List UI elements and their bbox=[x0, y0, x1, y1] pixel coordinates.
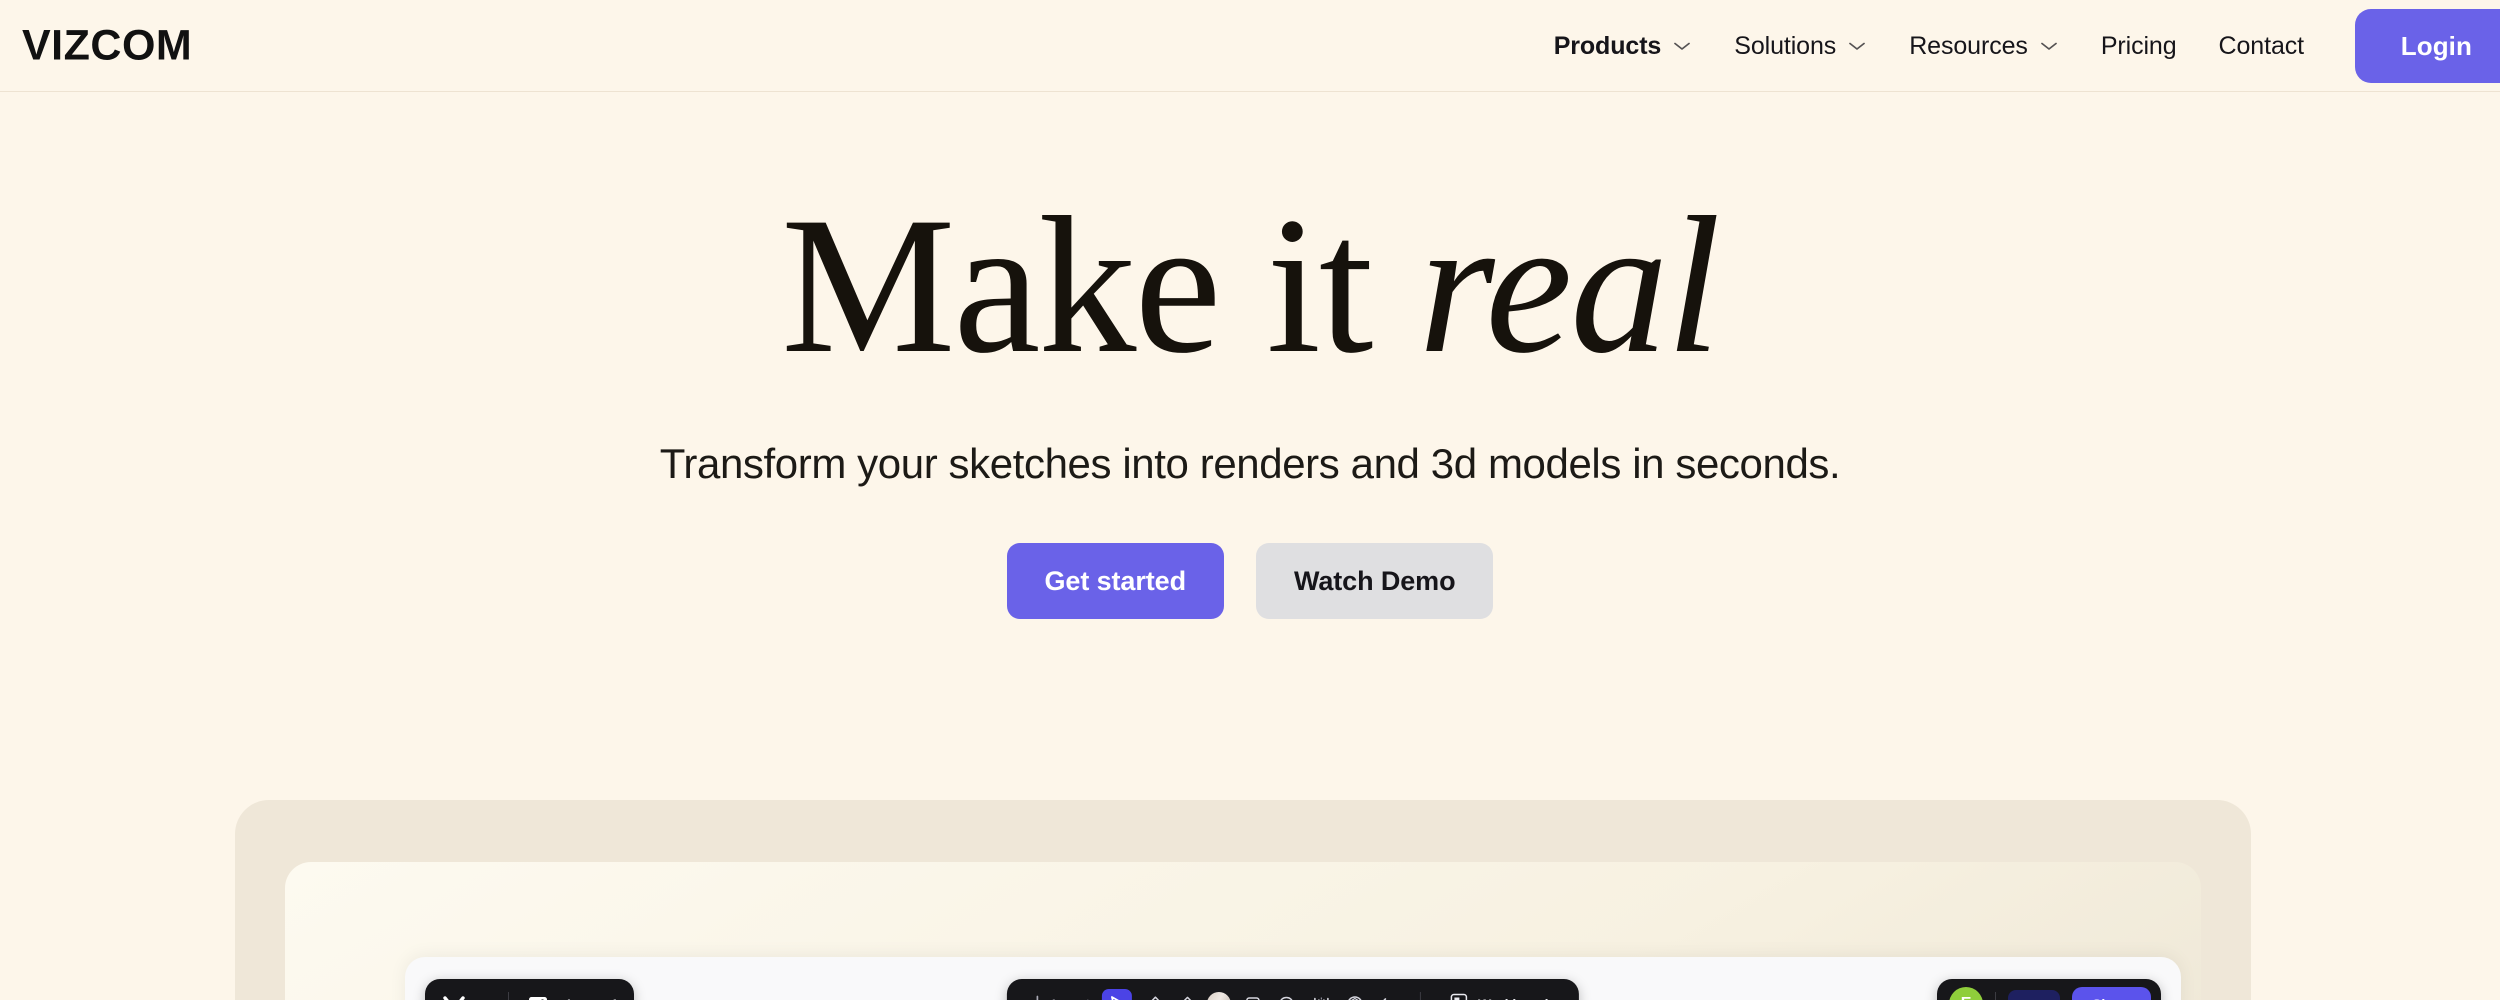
page-title: Make it real bbox=[0, 188, 2500, 384]
toolbar-divider bbox=[1995, 992, 1997, 1000]
image-icon[interactable] bbox=[523, 989, 553, 1000]
color-swatch-icon[interactable] bbox=[1204, 989, 1234, 1000]
vizcom-chevron-logo-icon[interactable] bbox=[439, 989, 469, 1000]
chevron-down-icon bbox=[2039, 40, 2059, 52]
cta-row: Get started Watch Demo bbox=[0, 543, 2500, 619]
plus-icon bbox=[1029, 994, 1046, 1000]
app-left-toolbar: Image 1 bbox=[425, 979, 635, 1000]
chevron-down-icon bbox=[1672, 40, 1692, 52]
pen-tool-button[interactable] bbox=[1136, 989, 1166, 1000]
eraser-tool-button[interactable] bbox=[1170, 989, 1200, 1000]
toolbar-divider bbox=[508, 992, 509, 1000]
insert-button[interactable]: Insert bbox=[1021, 988, 1098, 1000]
insert-label: Insert bbox=[1052, 996, 1090, 1000]
app-preview-inner-frame: Image 1 Insert bbox=[285, 862, 2201, 1000]
landing-page: VIZCOM Products Solutions Resources Pric… bbox=[0, 0, 2500, 1000]
watch-demo-button[interactable]: Watch Demo bbox=[1255, 543, 1494, 619]
site-header: VIZCOM Products Solutions Resources Pric… bbox=[0, 0, 2500, 92]
login-button[interactable]: Login bbox=[2354, 8, 2500, 83]
layer-name-label: Image 1 bbox=[567, 996, 619, 1000]
nav-item-pricing[interactable]: Pricing bbox=[2080, 0, 2198, 92]
cube-icon[interactable] bbox=[1340, 989, 1370, 1000]
hero-subtitle: Transform your sketches into renders and… bbox=[659, 440, 1841, 487]
avatar[interactable]: E bbox=[1949, 987, 1984, 1000]
share-button[interactable]: Share bbox=[2072, 987, 2151, 1000]
nav-item-label: Contact bbox=[2218, 31, 2305, 60]
nav-item-products[interactable]: Products bbox=[1533, 0, 1714, 92]
vizcom-logo[interactable]: VIZCOM bbox=[22, 24, 192, 67]
lasso-icon[interactable] bbox=[1272, 989, 1302, 1000]
nav-item-resources[interactable]: Resources bbox=[1888, 0, 2080, 92]
pro-badge[interactable]: PRO bbox=[2008, 989, 2061, 1000]
select-tool-button[interactable] bbox=[1102, 989, 1133, 1000]
nav-item-label: Pricing bbox=[2100, 31, 2177, 60]
undo-arrow-icon[interactable] bbox=[1374, 989, 1404, 1000]
app-center-toolbar: Insert bbox=[1006, 979, 1580, 1000]
workbench-label: Workbench bbox=[1478, 996, 1553, 1000]
toolbar-divider bbox=[1420, 992, 1422, 1000]
nav-item-label: Resources bbox=[1909, 31, 2028, 60]
app-right-toolbar: E PRO Share bbox=[1937, 979, 2161, 1000]
chevron-down-icon bbox=[1847, 40, 1867, 52]
get-started-button[interactable]: Get started bbox=[1006, 543, 1224, 619]
nav-item-label: Solutions bbox=[1734, 31, 1837, 60]
square-icon[interactable] bbox=[1238, 989, 1268, 1000]
workbench-button[interactable]: Workbench bbox=[1437, 986, 1565, 1000]
headline-emphasis: real bbox=[1418, 177, 1720, 394]
nav-item-solutions[interactable]: Solutions bbox=[1713, 0, 1888, 92]
headline-text: Make it bbox=[781, 177, 1419, 394]
nav-item-contact[interactable]: Contact bbox=[2198, 0, 2325, 92]
hero-section: Make it real Transform your sketches int… bbox=[0, 92, 2500, 619]
mirror-icon[interactable] bbox=[1306, 989, 1336, 1000]
main-navigation: Products Solutions Resources Pricing Con… bbox=[1533, 0, 2325, 92]
app-preview-outer-frame: Image 1 Insert bbox=[235, 800, 2251, 1000]
workbench-icon bbox=[1449, 992, 1469, 1000]
nav-item-label: Products bbox=[1553, 31, 1662, 60]
app-window-mockup: Image 1 Insert bbox=[405, 957, 2181, 1000]
color-swatch bbox=[1207, 992, 1232, 1000]
